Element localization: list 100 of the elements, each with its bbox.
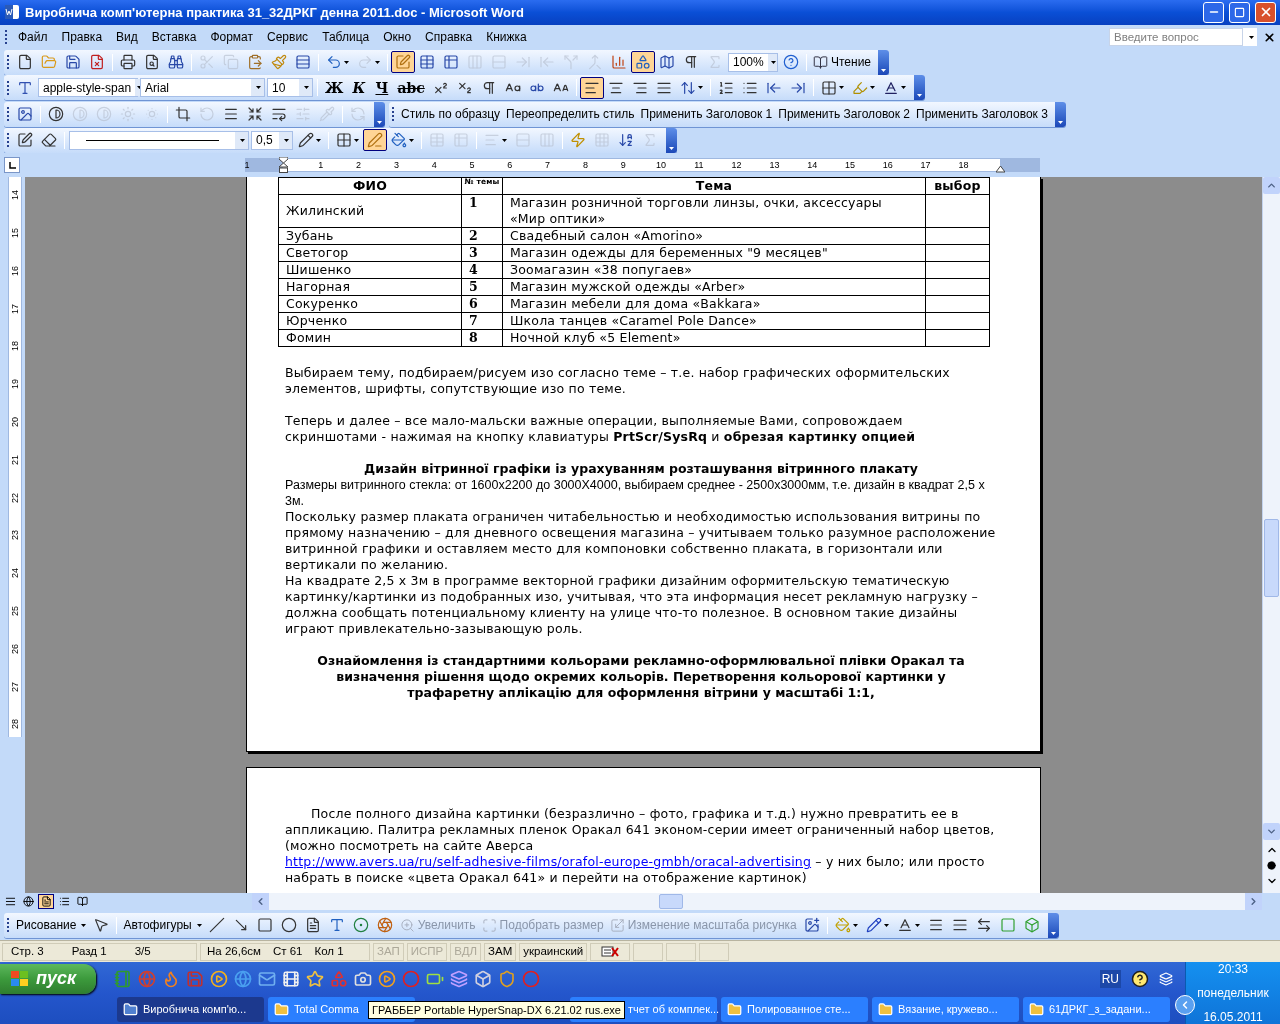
task-button[interactable]: Вязание, кружево... [872, 997, 1019, 1022]
task-button[interactable]: Виробнича комп'ю... [117, 997, 264, 1022]
language-indicator[interactable]: украинский [519, 942, 588, 961]
table-cell: Жилинский [278, 194, 462, 228]
ruler-number: 25 [9, 605, 21, 619]
ruler-number: 26 [9, 642, 21, 656]
table-cell: Магазин розничной торговли линзы, очки, аксессуары «Мир оптики» [502, 194, 926, 228]
table-cell: 1 [461, 194, 503, 228]
table-cell: Нагорная [278, 278, 462, 296]
ruler-number: 24 [9, 567, 21, 581]
ruler-number: 18 [9, 340, 21, 354]
menu-item[interactable]: Правка [54, 27, 110, 48]
ruler-number: 23 [9, 529, 21, 543]
table-cell: 5 [461, 278, 503, 296]
format-button[interactable]: Ж [321, 76, 348, 99]
format-button[interactable]: Ч [370, 76, 394, 99]
table-cell: 6 [461, 295, 503, 313]
table-cell: Магазин мужской одежды «Arber» [502, 278, 926, 296]
status-text: 3/5 [134, 943, 151, 959]
combo-box[interactable]: 10 [267, 78, 313, 98]
table-cell: Светогор [278, 244, 462, 262]
ruler-number: 27 [9, 680, 21, 694]
combo-box[interactable]: apple-style-span [38, 78, 138, 98]
status-text: Стр. 3 [11, 943, 44, 959]
toolbar-button[interactable]: Применить Заголовок 3 [913, 103, 1051, 126]
toolbar-button[interactable]: Чтение [810, 51, 875, 74]
table-cell: Зоомагазин «38 попугаев» [502, 261, 926, 279]
task-button[interactable]: Полированное сте... [721, 997, 868, 1022]
menu-item[interactable]: Справка [418, 27, 480, 48]
table-cell: Свадебный салон «Amorino» [502, 227, 926, 245]
ruler-number: 10 [656, 159, 666, 172]
ruler-number: 17 [9, 302, 21, 316]
menu-item[interactable]: Окно [376, 27, 419, 48]
combo-box[interactable]: Arial [140, 78, 265, 98]
ruler-number: 14 [9, 189, 21, 203]
clock-time: 20:33 [1218, 961, 1248, 978]
table-cell: 3 [461, 244, 503, 262]
format-button[interactable]: abc [393, 76, 429, 99]
ruler-number: 21 [9, 453, 21, 467]
toolbar-button[interactable]: Автофигуры [120, 914, 205, 937]
ruler-number: 15 [845, 159, 855, 172]
table-cell: 7 [461, 312, 503, 330]
paragraph: Теперь и далее – все мало-мальски важные операции, выполняемые Вами, сопровождаем скриншотами - нажимая на кнопку клавиатуры PrtScr/SysRq и обрезая картинку опцией [285, 413, 917, 446]
clock-day: понедельник [1197, 981, 1269, 1005]
ruler-number: 18 [958, 159, 969, 172]
menu-item[interactable]: Сервис [260, 27, 316, 48]
paragraph: Поскольку размер плаката ограничен читабельностью и необходимостью использования витрины по прямому назначению – для дневного освещения магазина – учитываем только разумное расположение витринной графики и оставляем место для компоновки собственно плаката, в горизонтали или вертикали по желанию. [285, 509, 997, 574]
toolbar-button[interactable]: Применить Заголовок 2 [775, 103, 914, 126]
question-field[interactable]: Введите вопрос [1109, 28, 1243, 47]
ruler-number: 19 [9, 378, 21, 392]
toolbar-button[interactable]: Рисование [13, 914, 90, 937]
menu-item[interactable]: Формат [203, 27, 261, 48]
table-cell: Фомин [278, 329, 462, 347]
ruler-number: 16 [9, 264, 21, 278]
menu-item[interactable]: Таблица [315, 27, 377, 48]
tooltip: ГРАББЕР Portable HyperSnap-DX 6.21.02 rus.exe [368, 1001, 625, 1019]
language-indicator[interactable]: RU [1099, 969, 1121, 988]
menu-item[interactable]: Книжка [479, 27, 534, 48]
combo-box[interactable]: 100% [728, 52, 778, 72]
paragraph: Выбираем тему, подбираем/рисуем изо согласно теме – т.е. набор графических оформительских элементов, шрифты, сопутствующие изо по теме. [285, 365, 951, 398]
mode-indicator[interactable]: ЗАМ [484, 942, 517, 961]
status-text: Кол 1 [314, 943, 344, 959]
toolbar-button[interactable]: Применить Заголовок 1 [637, 103, 776, 126]
ruler-number: 17 [920, 159, 931, 172]
column-header: выбор [925, 177, 990, 195]
toolbar-button[interactable]: Переопределить стиль [503, 103, 638, 126]
task-button[interactable]: 61ДРКГ_з_задани... [1023, 997, 1170, 1022]
table-cell: Ночной клуб «5 Element» [502, 329, 926, 347]
format-button[interactable]: К [347, 76, 371, 99]
menu-item[interactable]: Вставка [144, 27, 204, 48]
menu-item[interactable]: Файл [11, 27, 55, 48]
ruler-number: 9 [620, 159, 626, 172]
paragraph: После полного дизайна картинки (безразлично – фото, графика и т.д.) нужно превратить ее в аппликацию. Палитра рекламных пленок Оракал 641 эконом-серии имеет ограниченный набор цветов, (можно посмотреть на сайте Аверса http://www.avers.ua/ru/self-adhesive-films/orafol-europe-gmbh/oracal-advertising – у них было; или просто набрать в поиске «цвета Оракал 641» и перейти на отображение картинок) [285, 806, 996, 887]
table-cell: Школа танцев «Caramel Pole Dance» [502, 312, 926, 330]
ruler-number: 13 [769, 159, 780, 172]
ruler-number: 12 [731, 159, 742, 172]
toolbar-button[interactable]: Стиль по образцу [398, 103, 504, 126]
ruler-number: 6 [507, 159, 513, 172]
column-header: Тема [502, 177, 926, 195]
ruler-number: 22 [9, 491, 21, 505]
column-header: ФИО [278, 177, 462, 195]
table-cell: Магазин мебели для дома «Bakkara» [502, 295, 926, 313]
ruler-number: 16 [882, 159, 893, 172]
heading: Дизайн вітринної графіки із урахуванням розташування вітринного плакату [363, 461, 919, 478]
ruler-number: 1 [318, 159, 324, 172]
start-button[interactable]: пуск [0, 963, 96, 994]
table-cell: 4 [461, 261, 503, 279]
link[interactable]: http://www.avers.ua/ru/self-adhesive-films/orafol-europe-gmbh/oracal-advertising [285, 854, 812, 870]
ruler-number: 1 [244, 159, 250, 172]
table-cell: Шишенко [278, 261, 462, 279]
ruler-number: 4 [431, 159, 437, 172]
ruler-number: 5 [469, 159, 475, 172]
ruler-number: 3 [393, 159, 399, 172]
ruler-number: 7 [545, 159, 551, 172]
combo-box[interactable]: 0,5 [251, 130, 293, 150]
menu-item[interactable]: Вид [109, 27, 145, 48]
paragraph: На квадрате 2,5 х 3м в программе векторной графики дизайним оформительскую тематическую картинку/картинки из подобранных изо, учитывая, что эта информация несет рекламную нагрузку – должна сообщать потенциальному клиенту на улице что-то полезное. В основном такие дизайны играют привлекательно-зазывающую роль. [285, 573, 979, 638]
ruler-number: 2 [356, 159, 362, 172]
table-cell: Юрченко [278, 312, 462, 330]
ruler-number: 8 [582, 159, 588, 172]
